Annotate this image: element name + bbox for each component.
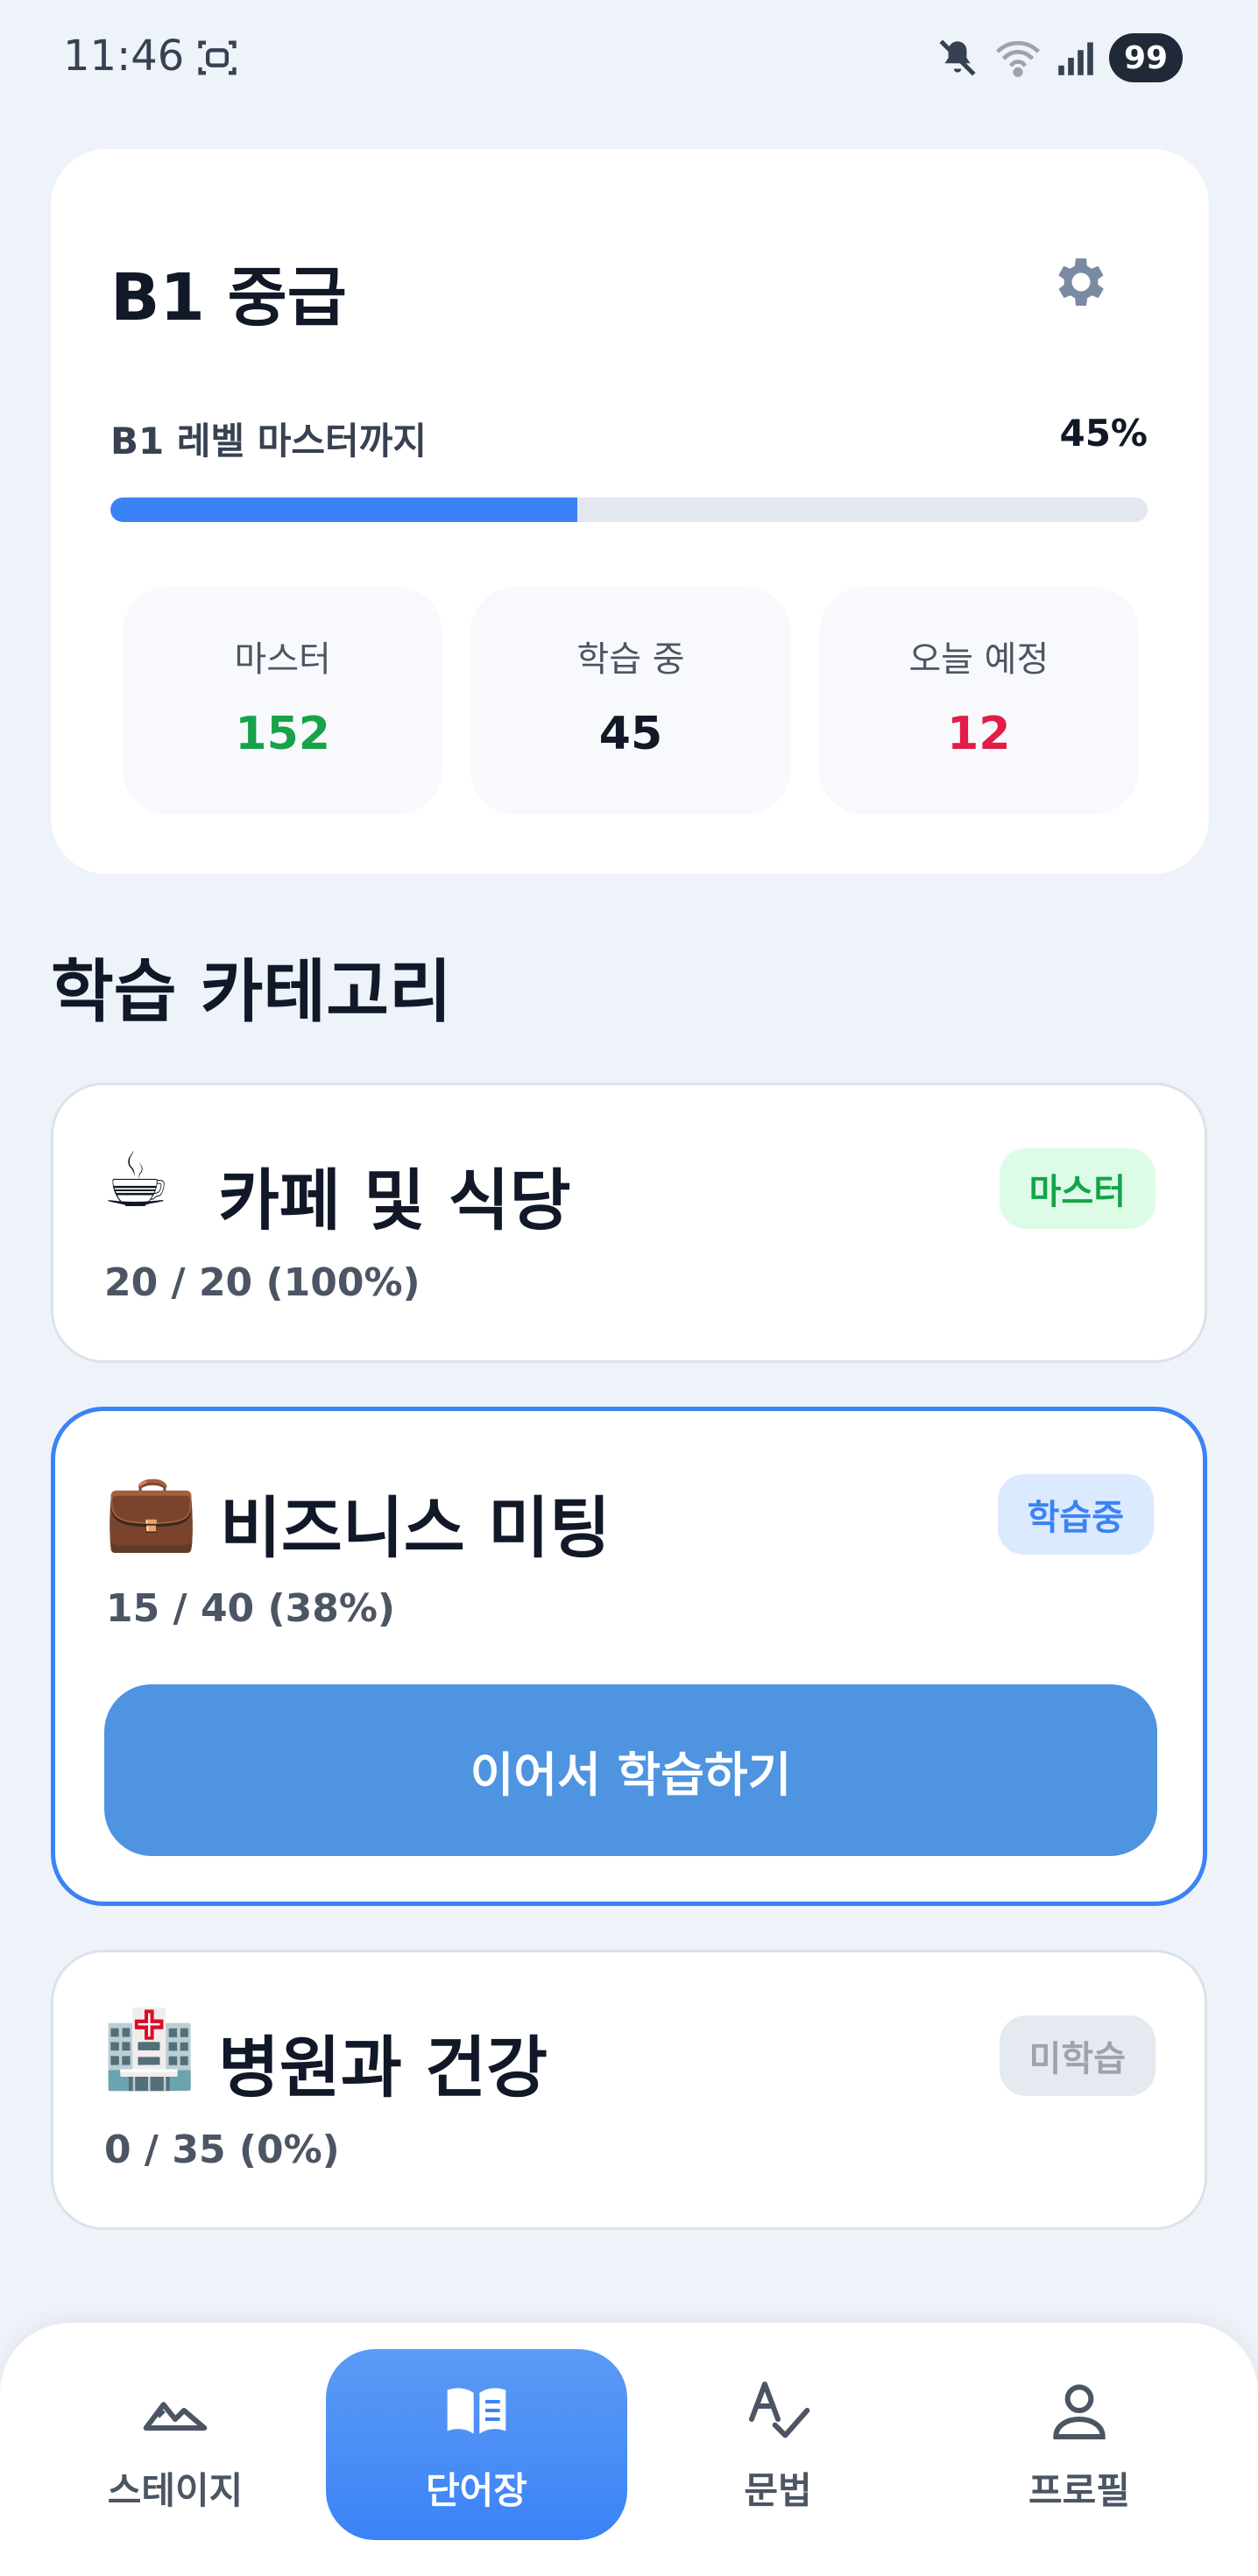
section-title: 학습 카테고리 <box>51 953 452 1032</box>
screenshot-icon <box>198 40 237 75</box>
stat-value: 152 <box>235 708 330 760</box>
status-badge: 미학습 <box>999 2015 1156 2096</box>
person-icon <box>1053 2383 1106 2439</box>
mountain-icon <box>143 2401 208 2431</box>
category-card-hospital[interactable]: 🏥 병원과 건강 0 / 35 (0%) 미학습 <box>51 1950 1207 2230</box>
progress-bar-fill <box>110 498 577 522</box>
spellcheck-icon <box>749 2381 810 2438</box>
coffee-icon: ☕ <box>102 1137 171 1224</box>
category-count: 15 / 40 (38%) <box>106 1586 396 1631</box>
wifi-icon <box>996 40 1040 77</box>
nav-label: 단어장 <box>426 2468 527 2512</box>
bottom-nav: 스테이지 단어장 문법 프로필 <box>0 2323 1258 2576</box>
nav-item-profile[interactable]: 프로필 <box>929 2349 1230 2540</box>
hospital-icon: 🏥 <box>102 2006 197 2093</box>
stat-label: 오늘 예정 <box>908 639 1050 680</box>
category-card-business[interactable]: 💼 비즈니스 미팅 15 / 40 (38%) 학습중 이어서 학습하기 <box>51 1407 1207 1906</box>
category-title: 병원과 건강 <box>218 2029 548 2107</box>
nav-item-grammar[interactable]: 문법 <box>627 2349 929 2540</box>
stat-label: 학습 중 <box>576 639 685 680</box>
continue-learning-button[interactable]: 이어서 학습하기 <box>104 1684 1157 1856</box>
nav-label: 프로필 <box>1028 2468 1130 2512</box>
stat-due-today: 오늘 예정 12 <box>818 587 1139 815</box>
progress-label: B1 레벨 마스터까지 <box>110 420 427 462</box>
book-icon <box>447 2387 506 2434</box>
signal-icon <box>1058 42 1093 75</box>
briefcase-icon: 💼 <box>104 1468 199 1556</box>
category-title: 비즈니스 미팅 <box>220 1489 611 1567</box>
stat-value: 12 <box>947 708 1011 760</box>
mute-icon <box>939 39 976 76</box>
category-card-cafe[interactable]: ☕ 카페 및 식당 20 / 20 (100%) 마스터 <box>51 1083 1207 1363</box>
progress-percent: 45% <box>1059 412 1148 455</box>
stat-learning: 학습 중 45 <box>470 587 791 815</box>
progress-bar <box>110 498 1148 522</box>
stat-mastered: 마스터 152 <box>123 587 443 815</box>
stats-row: 마스터 152 학습 중 45 오늘 예정 12 <box>123 587 1139 815</box>
nav-label: 스테이지 <box>107 2468 244 2512</box>
nav-item-stage[interactable]: 스테이지 <box>25 2349 326 2540</box>
stat-label: 마스터 <box>234 639 331 680</box>
category-count: 20 / 20 (100%) <box>104 1260 421 1305</box>
status-time: 11:46 <box>63 32 185 81</box>
battery-indicator: 99 <box>1109 33 1183 82</box>
nav-item-vocabulary[interactable]: 단어장 <box>326 2349 627 2540</box>
status-bar: 11:46 99 <box>0 0 1258 123</box>
stat-value: 45 <box>598 708 663 760</box>
level-title: B1 중급 <box>110 260 347 335</box>
status-icons: 99 <box>936 33 1183 82</box>
category-count: 0 / 35 (0%) <box>104 2128 340 2172</box>
category-title: 카페 및 식당 <box>218 1161 571 1239</box>
nav-label: 문법 <box>744 2468 812 2512</box>
status-badge: 학습중 <box>997 1474 1154 1555</box>
gear-icon[interactable] <box>1050 251 1113 314</box>
status-badge: 마스터 <box>999 1148 1156 1229</box>
level-card: B1 중급 B1 레벨 마스터까지 45% 마스터 152 학습 중 45 오늘… <box>51 149 1209 874</box>
